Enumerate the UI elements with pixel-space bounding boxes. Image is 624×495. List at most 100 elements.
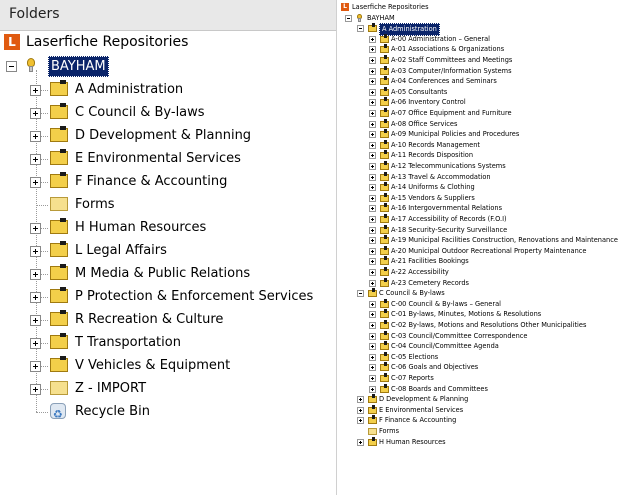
expand-toggle-icon[interactable] — [369, 300, 376, 308]
tree-root-label: Laserfiche Repositories — [352, 3, 429, 11]
folder-labeled-icon — [380, 139, 389, 149]
expand-toggle-icon[interactable] — [369, 67, 376, 75]
tree-item[interactable]: P Protection & Enforcement Services — [0, 285, 336, 308]
expand-toggle-icon[interactable] — [369, 46, 376, 54]
tree-item-label: Forms — [75, 197, 115, 212]
tree-item-label: A-14 Uniforms & Clothing — [391, 183, 475, 192]
expand-toggle-icon[interactable] — [30, 384, 41, 395]
expand-toggle-icon[interactable] — [369, 35, 376, 43]
expand-toggle-icon[interactable] — [369, 57, 376, 64]
expand-toggle-icon[interactable] — [369, 194, 376, 202]
expand-toggle-icon[interactable] — [369, 216, 376, 223]
tree-item[interactable]: R Recreation & Culture — [0, 308, 336, 331]
expand-toggle-icon[interactable] — [357, 406, 364, 414]
tree-item-label: Recycle Bin — [75, 404, 150, 419]
expand-toggle-icon[interactable] — [369, 141, 376, 149]
expand-toggle-icon[interactable] — [30, 223, 41, 234]
folder-labeled-icon — [380, 171, 389, 181]
folder-labeled-icon — [380, 224, 389, 234]
expand-toggle-icon[interactable] — [369, 88, 376, 96]
expand-toggle-icon[interactable] — [30, 292, 41, 303]
expand-toggle-icon[interactable] — [30, 338, 41, 349]
tree-item[interactable]: Z - IMPORT — [0, 377, 336, 400]
expand-toggle-icon[interactable] — [30, 246, 41, 257]
tree-item[interactable]: D Development & Planning — [0, 124, 336, 147]
tree-item-label: A-06 Inventory Control — [391, 98, 466, 107]
tree-item-label: A-22 Accessibility — [391, 268, 449, 276]
expand-toggle-icon[interactable] — [369, 205, 376, 213]
expand-toggle-icon[interactable] — [369, 78, 376, 86]
expand-toggle-icon[interactable] — [30, 315, 41, 326]
tree-item-label: A-20 Municipal Outdoor Recreational Prop… — [391, 246, 587, 255]
tree-item-label: A-12 Telecommunications Systems — [391, 162, 506, 170]
collapse-toggle-icon[interactable] — [357, 25, 364, 33]
tree-item[interactable]: L Legal Affairs — [0, 239, 336, 262]
expand-toggle-icon[interactable] — [369, 131, 376, 139]
tree-item[interactable]: Recycle Bin — [0, 400, 336, 426]
expand-toggle-icon[interactable] — [369, 385, 376, 393]
folder-labeled-icon — [380, 182, 389, 192]
expand-toggle-icon[interactable] — [357, 396, 364, 404]
folder-labeled-icon — [368, 404, 377, 414]
expand-toggle-icon[interactable] — [369, 269, 376, 276]
folder-labeled-icon — [368, 394, 377, 404]
folders-pane-title: Folders — [9, 6, 60, 22]
expand-toggle-icon[interactable] — [369, 279, 376, 287]
collapse-toggle-icon[interactable] — [6, 61, 17, 72]
expand-toggle-icon[interactable] — [30, 131, 41, 142]
expand-toggle-icon[interactable] — [30, 177, 41, 188]
expand-toggle-icon[interactable] — [369, 322, 376, 329]
expand-toggle-icon[interactable] — [30, 85, 41, 96]
repository-label[interactable]: BAYHAM — [48, 56, 109, 77]
expand-toggle-icon[interactable] — [369, 343, 376, 351]
expand-toggle-icon[interactable] — [369, 226, 376, 234]
tree-item[interactable]: C Council & By-laws — [0, 101, 336, 124]
tree-item[interactable]: T Transportation — [0, 331, 336, 354]
expand-toggle-icon[interactable] — [30, 154, 41, 165]
expand-toggle-icon[interactable] — [30, 108, 41, 119]
folder-labeled-icon — [50, 80, 68, 96]
expand-toggle-icon[interactable] — [369, 173, 376, 181]
expand-toggle-icon[interactable] — [369, 237, 376, 245]
tree-item-label: C Council & By-laws — [379, 289, 445, 298]
tree-item-label: C-08 Boards and Committees — [391, 384, 488, 393]
tree-item[interactable]: E Environmental Services — [0, 147, 336, 170]
expand-toggle-icon[interactable] — [369, 152, 376, 160]
expand-toggle-icon[interactable] — [369, 247, 376, 255]
tree-item-label: A-08 Office Services — [391, 119, 458, 128]
expand-toggle-icon[interactable] — [369, 110, 376, 117]
expand-toggle-icon[interactable] — [369, 258, 376, 266]
expand-toggle-icon[interactable] — [369, 99, 376, 107]
folder-labeled-icon — [380, 235, 389, 245]
expand-toggle-icon[interactable] — [30, 269, 41, 280]
expand-toggle-icon[interactable] — [369, 353, 376, 361]
expand-toggle-icon[interactable] — [369, 332, 376, 340]
tree-item[interactable]: A Administration — [0, 78, 336, 101]
tree-item-label: C-01 By-laws, Minutes, Motions & Resolut… — [391, 310, 542, 319]
collapse-toggle-icon[interactable] — [345, 14, 352, 22]
tree-item-label: A-05 Consultants — [391, 87, 448, 96]
tree-item[interactable]: H Human Resources — [0, 216, 336, 239]
expand-toggle-icon[interactable] — [369, 364, 376, 372]
tree-item-label: F Finance & Accounting — [379, 416, 457, 425]
tree-item-label: F Finance & Accounting — [75, 174, 228, 189]
expand-toggle-icon[interactable] — [30, 361, 41, 372]
folder-labeled-icon — [380, 192, 389, 202]
folder-icon — [368, 428, 377, 435]
tree-item-label: A-09 Municipal Policies and Procedures — [391, 130, 520, 139]
collapse-toggle-icon[interactable] — [357, 290, 364, 298]
tree-item-label: A-03 Computer/Information Systems — [391, 66, 512, 75]
tree-item[interactable]: Forms — [0, 193, 336, 216]
expand-toggle-icon[interactable] — [357, 438, 364, 446]
expand-toggle-icon[interactable] — [369, 120, 376, 128]
expand-toggle-icon[interactable] — [369, 375, 376, 382]
expand-toggle-icon[interactable] — [369, 163, 376, 170]
repository-icon — [357, 13, 363, 22]
tree-item[interactable]: F Finance & Accounting — [0, 170, 336, 193]
expand-toggle-icon[interactable] — [369, 311, 376, 319]
expand-toggle-icon[interactable] — [369, 184, 376, 192]
tree-item[interactable]: V Vehicles & Equipment — [0, 354, 336, 377]
expand-toggle-icon[interactable] — [357, 417, 364, 425]
folder-labeled-icon — [380, 298, 389, 308]
tree-item[interactable]: M Media & Public Relations — [0, 262, 336, 285]
